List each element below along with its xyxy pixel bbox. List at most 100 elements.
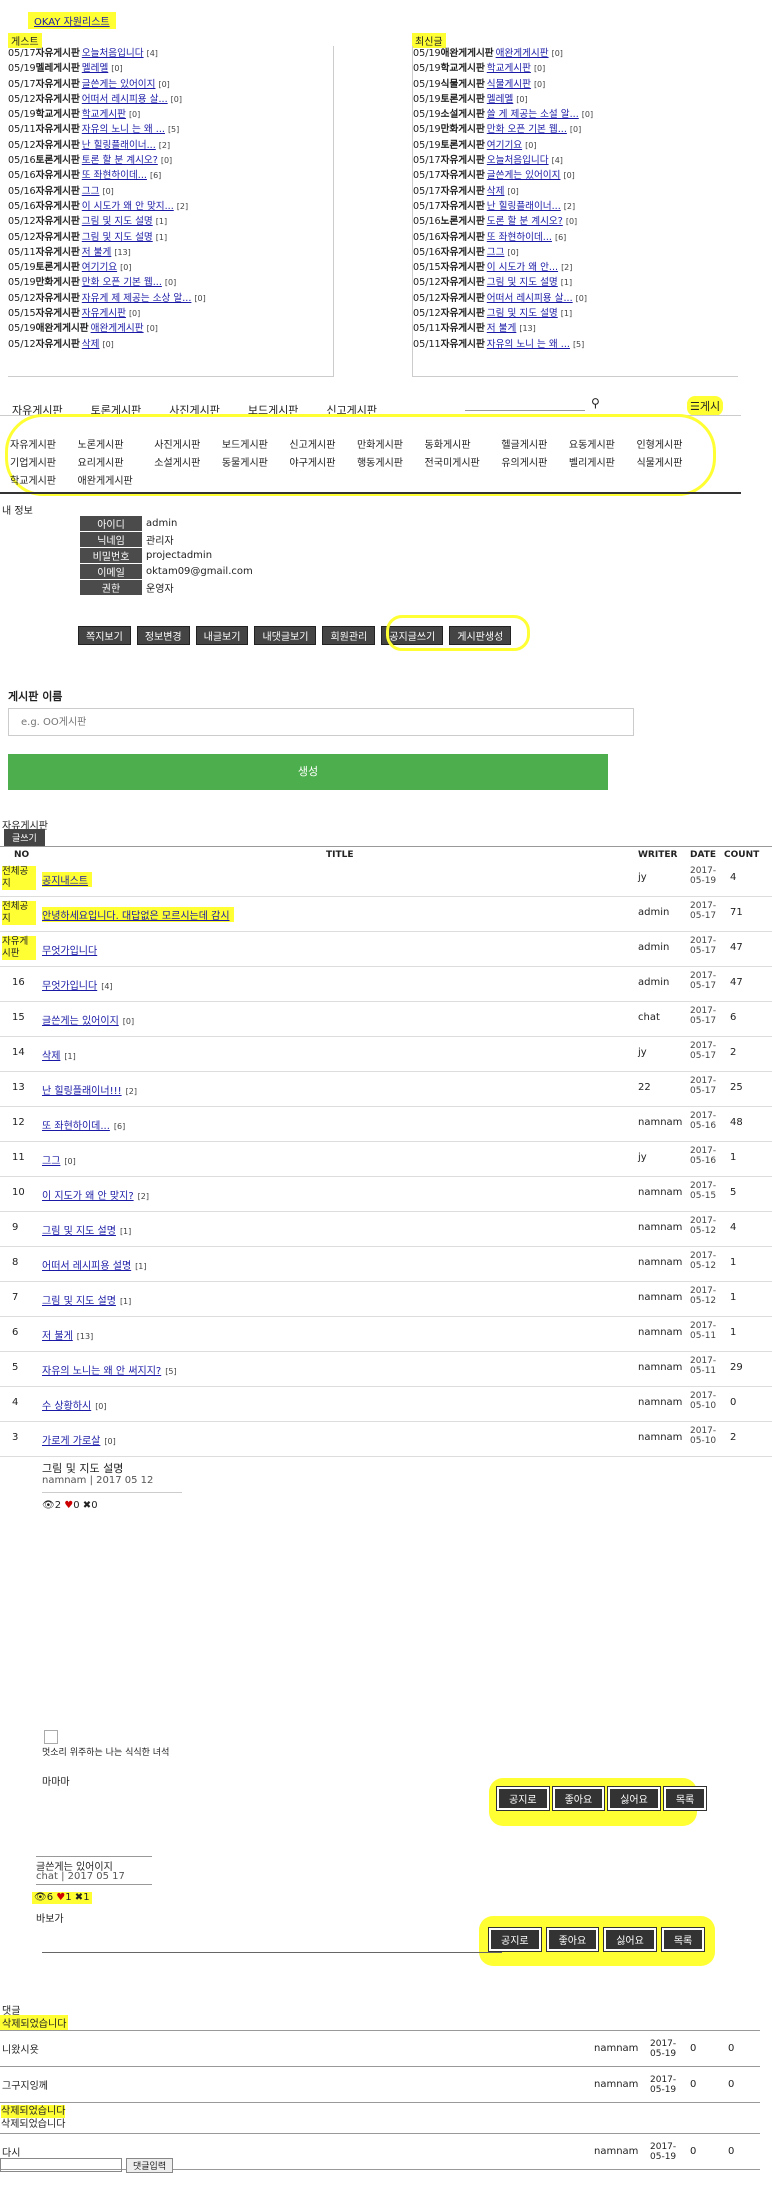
menu-button[interactable]: ☰게시 <box>687 396 724 416</box>
board-menu-item[interactable]: 전국미게시판 <box>425 454 488 469</box>
recent-title[interactable]: 식물게시판 <box>487 79 531 90</box>
post-action-button[interactable]: 좋아요 <box>551 1786 606 1811</box>
recent-item[interactable]: 05/16토론게시판 토론 할 분 계시오? [0] <box>8 153 333 168</box>
create-board-button[interactable]: 생성 <box>8 754 608 790</box>
recent-title[interactable]: 글쓴게는 있어이지 <box>487 170 561 181</box>
recent-item[interactable]: 05/15자유게시판 이 시도가 왜 안... [2] <box>413 260 738 275</box>
board-menu-item[interactable]: 유의게시판 <box>501 454 555 469</box>
recent-item[interactable]: 05/17자유게시판 글쓴게는 있어이지 [0] <box>8 77 333 92</box>
recent-title[interactable]: 애완게게시판 <box>91 323 144 334</box>
post-action-button[interactable]: 공지로 <box>488 1927 542 1952</box>
board-menu-item[interactable]: 만화게시판 <box>357 436 411 451</box>
board-menu-item[interactable]: 기업게시판 <box>10 454 64 469</box>
myinfo-button[interactable]: 정보변경 <box>136 626 190 645</box>
post-title[interactable]: 무엇가입니다 <box>42 981 97 992</box>
board-menu-item[interactable]: 자유게시판 <box>10 436 64 451</box>
recent-item[interactable]: 05/19애완게게시판 애완게게시판 [0] <box>413 46 738 61</box>
board-menu-item[interactable]: 행동게시판 <box>357 454 411 469</box>
board-menu-item[interactable]: 학교게시판 <box>10 472 64 487</box>
recent-item[interactable]: 05/16자유게시판 그그 [0] <box>413 245 738 260</box>
recent-title[interactable]: 학교게시판 <box>487 63 531 74</box>
recent-title[interactable]: 그림 및 지도 설명 <box>487 277 558 288</box>
table-row[interactable]: 5 자유의 노니는 왜 안 써지지? [5] namnam 2017-05-11 29 <box>0 1352 772 1387</box>
recent-title[interactable]: 글쓴게는 있어이지 <box>82 79 156 90</box>
recent-title[interactable]: 여기기요 <box>487 140 522 151</box>
recent-title[interactable]: 난 힐링플래이너... <box>487 201 561 212</box>
table-row[interactable]: 12 또 좌현하이데... [6] namnam 2017-05-16 48 <box>0 1107 772 1142</box>
board-menu-item[interactable]: 헬글게시판 <box>501 436 555 451</box>
recent-item[interactable]: 05/12자유게시판 난 힐링플래이너... [2] <box>8 138 333 153</box>
myinfo-button[interactable]: 회원관리 <box>322 626 376 645</box>
recent-title[interactable]: 만화 오픈 기본 웹... <box>82 277 162 288</box>
recent-item[interactable]: 05/17자유게시판 글쓴게는 있어이지 [0] <box>413 168 738 183</box>
recent-item[interactable]: 05/16자유게시판 이 시도가 왜 안 맞지... [2] <box>8 199 333 214</box>
table-row[interactable]: 전체공지 공지내스트 jy 2017-05-19 4 <box>0 862 772 897</box>
recent-title[interactable]: 도론 할 분 계시오? <box>487 216 563 227</box>
recent-item[interactable]: 05/17자유게시판 오늘처음입니다 [4] <box>413 153 738 168</box>
recent-title[interactable]: 그그 <box>487 247 505 258</box>
board-menu-item[interactable]: 보드게시판 <box>222 436 276 451</box>
board-menu-item[interactable]: 인형게시판 <box>636 436 690 451</box>
recent-title[interactable]: 그림 및 지도 설명 <box>82 216 153 227</box>
recent-item[interactable]: 05/11자유게시판 저 불게 [13] <box>413 321 738 336</box>
comment-submit-button[interactable]: 댓글입력 <box>126 2158 174 2173</box>
board-menu-item[interactable]: 동화게시판 <box>425 436 488 451</box>
post-title[interactable]: 안녕하세요입니다. 대답없은 모르시는데 감시 <box>42 911 230 922</box>
comment-input[interactable] <box>0 2158 122 2172</box>
recent-title[interactable]: 토론 할 분 계시오? <box>82 155 158 166</box>
recent-title[interactable]: 자유의 노니 는 왜 ... <box>487 339 570 350</box>
myinfo-button[interactable]: 쪽지보기 <box>78 626 131 645</box>
recent-title[interactable]: 애완게게시판 <box>496 48 549 59</box>
recent-title[interactable]: 쓸 게 제공는 소설 알... <box>487 109 579 120</box>
nav-search-input[interactable] <box>465 400 585 411</box>
post-action-button[interactable]: 공지로 <box>496 1786 550 1811</box>
recent-item[interactable]: 05/19애완게게시판 애완게게시판 [0] <box>8 321 333 336</box>
board-menu-item[interactable]: 애완게게시판 <box>78 472 141 487</box>
post-title[interactable]: 난 힐링플래이너!!! <box>42 1086 122 1097</box>
table-row[interactable]: 8 어떠서 레시피용 설명 [1] namnam 2017-05-12 1 <box>0 1247 772 1282</box>
recent-item[interactable]: 05/19토론게시판 여기기요 [0] <box>8 260 333 275</box>
table-row[interactable]: 15 글쓴게는 있어이지 [0] chat 2017-05-17 6 <box>0 1002 772 1037</box>
recent-item[interactable]: 05/16자유게시판 그그 [0] <box>8 184 333 199</box>
board-menu-item[interactable]: 노론게시판 <box>78 436 141 451</box>
recent-item[interactable]: 05/12자유게시판 그림 및 지도 설명 [1] <box>8 214 333 229</box>
myinfo-button[interactable]: 내글보기 <box>195 626 249 645</box>
recent-title[interactable]: 그림 및 지도 설명 <box>487 308 558 319</box>
table-row[interactable]: 전체공지 안녕하세요입니다. 대답없은 모르시는데 감시 admin 2017-05-… <box>0 897 772 932</box>
board-name-input[interactable] <box>8 708 634 736</box>
post-title[interactable]: 삭제 <box>42 1051 60 1062</box>
recent-title[interactable]: 저 불게 <box>82 247 112 258</box>
post-title[interactable]: 무엇가입니다 <box>42 946 97 957</box>
recent-item[interactable]: 05/12자유게시판 어떠서 레시피용 살... [0] <box>8 92 333 107</box>
recent-title[interactable]: 또 좌현하이데... <box>82 170 147 181</box>
recent-title[interactable]: 그림 및 지도 설명 <box>82 232 153 243</box>
post-title[interactable]: 글쓴게는 있어이지 <box>42 1016 119 1027</box>
table-row[interactable]: 10 이 지도가 왜 안 맞지? [2] namnam 2017-05-15 5 <box>0 1177 772 1212</box>
recent-item[interactable]: 05/11자유게시판 자유의 노니 는 왜 ... [5] <box>413 337 738 352</box>
recent-title[interactable]: 오늘처음입니다 <box>82 48 144 59</box>
post-action-button[interactable]: 싫어요 <box>603 1927 657 1952</box>
table-row[interactable]: 13 난 힐링플래이너!!! [2] 22 2017-05-17 25 <box>0 1072 772 1107</box>
recent-item[interactable]: 05/16자유게시판 또 좌현하이데... [6] <box>8 168 333 183</box>
table-row[interactable]: 6 저 불게 [13] namnam 2017-05-11 1 <box>0 1317 772 1352</box>
recent-item[interactable]: 05/19학교게시판 학교게시판 [0] <box>8 107 333 122</box>
table-row[interactable]: 3 가로게 가로살 [0] namnam 2017-05-10 2 <box>0 1422 772 1457</box>
table-row[interactable]: 16 무엇가입니다 [4] admin 2017-05-17 47 <box>0 967 772 1002</box>
post-action-button[interactable]: 싫어요 <box>607 1786 661 1811</box>
board-menu-item[interactable]: 벨리게시판 <box>569 454 623 469</box>
table-row[interactable]: 14 삭제 [1] jy 2017-05-17 2 <box>0 1037 772 1072</box>
recent-title[interactable]: 어떠서 레시피용 살... <box>82 94 168 105</box>
myinfo-button[interactable]: 내댓글보기 <box>254 626 317 645</box>
recent-title[interactable]: 여기기요 <box>82 262 117 273</box>
recent-title[interactable]: 난 힐링플래이너... <box>82 140 156 151</box>
post-title[interactable]: 그그 <box>42 1156 60 1167</box>
post-title[interactable]: 자유의 노니는 왜 안 써지지? <box>42 1366 161 1377</box>
recent-title[interactable]: 학교게시판 <box>82 109 126 120</box>
recent-title[interactable]: 어떠서 레시피용 살... <box>487 293 573 304</box>
recent-item[interactable]: 05/19소설게시판 쓸 게 제공는 소설 알... [0] <box>413 107 738 122</box>
table-row[interactable]: 4 수 상황하시 [0] namnam 2017-05-10 0 <box>0 1387 772 1422</box>
recent-item[interactable]: 05/19멜레게시판 멜레멜 [0] <box>8 61 333 76</box>
top-link[interactable]: OKAY 자원리스트 <box>28 12 116 29</box>
recent-title[interactable]: 자유게시판 <box>82 308 126 319</box>
post-title[interactable]: 또 좌현하이데... <box>42 1121 110 1132</box>
